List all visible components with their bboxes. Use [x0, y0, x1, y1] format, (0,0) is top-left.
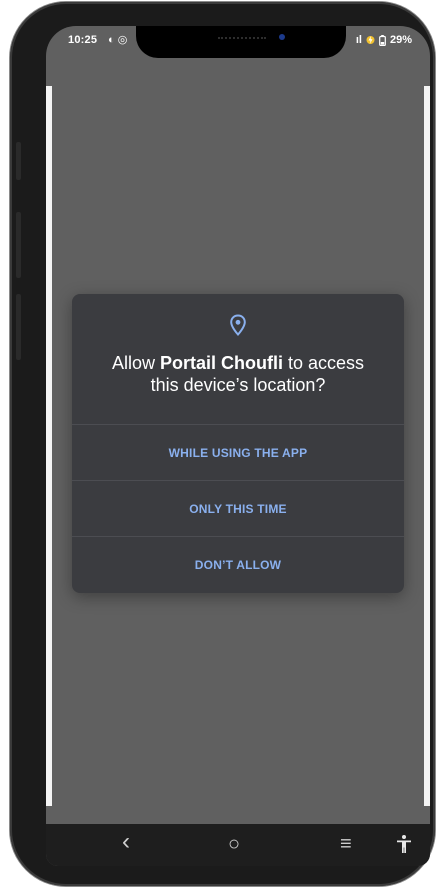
screen: 10:25 ◐ ◎ ıl 29% Allow Portail Choufli t…	[46, 26, 430, 866]
side-button-2	[16, 212, 21, 278]
phone-frame: 10:25 ◐ ◎ ıl 29% Allow Portail Choufli t…	[10, 2, 435, 886]
battery-icon	[379, 34, 386, 46]
navigation-bar: ‹ ○ ≡	[46, 824, 430, 866]
speaker-grille	[218, 37, 266, 42]
accessibility-icon[interactable]	[396, 834, 412, 854]
status-time: 10:25	[68, 34, 98, 46]
dialog-title-suffix: to access	[282, 353, 365, 373]
camera-notch	[136, 26, 346, 58]
location-pin-icon	[230, 314, 246, 336]
location-permission-dialog: Allow Portail Choufli to access this dev…	[72, 294, 404, 593]
dialog-title-line2: this device’s location?	[150, 375, 326, 395]
signal-icon: ıl	[355, 34, 362, 46]
battery-percent: 29%	[389, 34, 412, 46]
front-camera	[279, 34, 285, 40]
screen-edge-left	[46, 86, 52, 806]
side-button-1	[16, 142, 21, 180]
dont-allow-button[interactable]: DON’T ALLOW	[72, 536, 404, 593]
while-using-app-button[interactable]: WHILE USING THE APP	[72, 424, 404, 481]
back-button[interactable]: ‹	[122, 830, 130, 854]
dialog-app-name: Portail Choufli	[159, 353, 283, 373]
side-button-3	[16, 294, 21, 360]
notification-icons: ◐ ◎	[108, 34, 128, 46]
home-button[interactable]: ○	[228, 832, 240, 856]
dialog-title-prefix: Allow	[111, 353, 160, 373]
only-this-time-button[interactable]: ONLY THIS TIME	[72, 480, 404, 537]
screen-edge-right	[424, 86, 430, 806]
dialog-title: Allow Portail Choufli to access this dev…	[82, 352, 394, 396]
charging-icon	[366, 36, 375, 44]
recents-button[interactable]: ≡	[340, 832, 352, 856]
status-right-group: ıl 29%	[356, 34, 412, 46]
